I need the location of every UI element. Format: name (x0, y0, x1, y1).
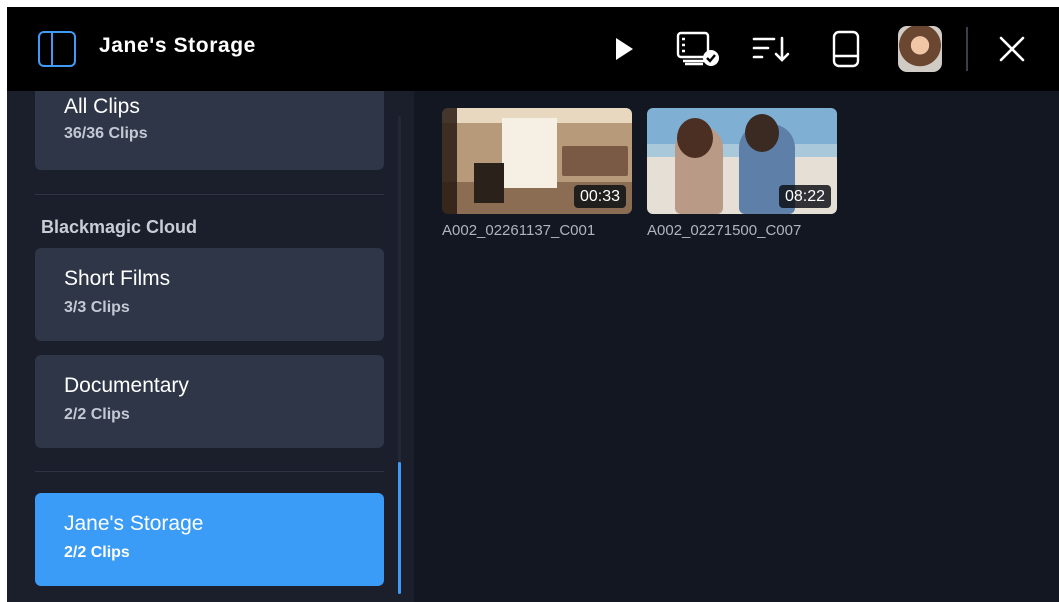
sidebar-item-count: 3/3 Clips (64, 299, 130, 316)
app-window: Jane's Storage All Clips 36/36 Clips Bla… (7, 7, 1059, 602)
sidebar-item-count: 36/36 Clips (64, 125, 148, 142)
clip-thumbnail[interactable]: 08:22 (647, 108, 837, 214)
sidebar-item-label: Documentary (64, 374, 189, 397)
toolbar-divider (966, 27, 968, 71)
storage-icon[interactable] (829, 7, 863, 91)
sidebar-item-count: 2/2 Clips (64, 406, 130, 423)
sidebar-scrollbar-thumb[interactable] (398, 462, 401, 594)
avatar[interactable] (898, 26, 942, 72)
sidebar-item-short-films[interactable]: Short Films 3/3 Clips (35, 248, 384, 341)
sidebar-item-all-clips[interactable]: All Clips 36/36 Clips (35, 91, 384, 170)
clip-name: A002_02271500_C007 (647, 222, 802, 239)
clip-duration: 08:22 (778, 185, 831, 208)
sidebar-item-janes-storage[interactable]: Jane's Storage 2/2 Clips (35, 493, 384, 586)
sidebar-item-count: 2/2 Clips (64, 544, 130, 561)
top-bar: Jane's Storage (7, 7, 1059, 91)
clip-thumbnail[interactable]: 00:33 (442, 108, 632, 214)
clip-card[interactable]: 00:33 A002_02261137_C001 (442, 108, 632, 239)
sidebar-item-label: Jane's Storage (64, 512, 204, 535)
sidebar-item-label: Short Films (64, 267, 171, 290)
play-icon[interactable] (610, 7, 638, 91)
sidebar: All Clips 36/36 Clips Blackmagic Cloud S… (7, 91, 414, 602)
sort-icon[interactable] (750, 7, 794, 91)
close-icon[interactable] (995, 7, 1029, 91)
sidebar-item-documentary[interactable]: Documentary 2/2 Clips (35, 355, 384, 448)
sidebar-toggle-icon[interactable] (38, 31, 76, 67)
section-title: Blackmagic Cloud (41, 217, 198, 237)
clip-name: A002_02261137_C001 (442, 222, 596, 239)
page-title: Jane's Storage (99, 34, 256, 57)
clip-duration: 00:33 (573, 185, 626, 208)
sidebar-item-label: All Clips (64, 95, 140, 118)
clip-card[interactable]: 08:22 A002_02271500_C007 (647, 108, 837, 239)
sidebar-divider (35, 194, 384, 195)
clip-select-icon[interactable] (674, 7, 722, 91)
sidebar-divider (35, 471, 384, 472)
